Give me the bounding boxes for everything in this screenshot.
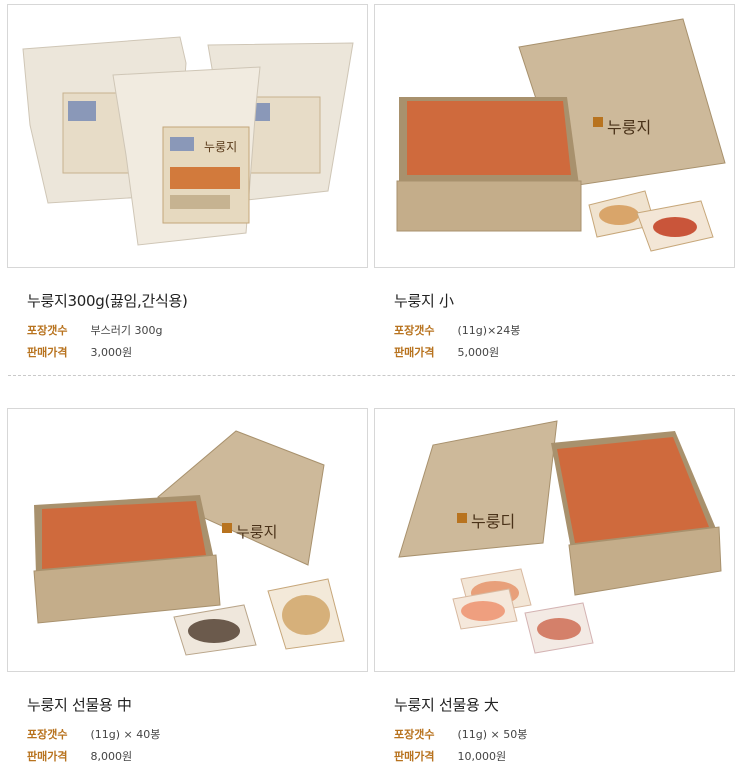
product-image-1[interactable]: 누룽지 bbox=[7, 4, 368, 268]
price-value: 8,000원 bbox=[90, 750, 133, 763]
pouch-bags-illustration: 누룽지 bbox=[22, 36, 354, 246]
price-label: 판매가격 bbox=[394, 750, 435, 763]
product-image-2[interactable]: 누룽지 bbox=[374, 4, 735, 268]
pack-label: 포장갯수 bbox=[27, 324, 68, 337]
product-image-4[interactable]: 누룽디 bbox=[374, 408, 735, 672]
lid-logo-text: 누룽디 bbox=[471, 512, 515, 531]
product-title-2[interactable]: 누룽지 小 bbox=[394, 290, 735, 311]
pack-row-1: 포장갯수 부스러기 300g bbox=[27, 320, 368, 342]
gift-box-large-illustration: 누룽디 bbox=[398, 420, 722, 654]
price-row-3: 판매가격 8,000원 bbox=[27, 746, 368, 768]
gift-box-medium-illustration: 누룽지 bbox=[33, 430, 345, 656]
price-row-1: 판매가격 3,000원 bbox=[27, 342, 368, 364]
gift-box-small-illustration: 누룽지 bbox=[396, 18, 726, 252]
pack-label: 포장갯수 bbox=[27, 728, 68, 741]
lid-logo-text: 누룽지 bbox=[607, 118, 651, 137]
price-value: 5,000원 bbox=[457, 346, 500, 359]
product-card-3[interactable]: 누룽지 누룽지 선물용 中 포장갯수 (11g) × 40봉 판매가격 8,00… bbox=[7, 408, 368, 768]
price-row-4: 판매가격 10,000원 bbox=[394, 746, 735, 768]
product-title-1[interactable]: 누룽지300g(끓임,간식용) bbox=[27, 290, 368, 311]
pack-row-4: 포장갯수 (11g) × 50봉 bbox=[394, 724, 735, 746]
product-title-3[interactable]: 누룽지 선물용 中 bbox=[27, 694, 368, 715]
pack-label: 포장갯수 bbox=[394, 728, 435, 741]
pack-row-2: 포장갯수 (11g)×24봉 bbox=[394, 320, 735, 342]
price-label: 판매가격 bbox=[27, 750, 68, 763]
price-value: 10,000원 bbox=[457, 750, 507, 763]
price-row-2: 판매가격 5,000원 bbox=[394, 342, 735, 364]
price-value: 3,000원 bbox=[90, 346, 133, 359]
lid-logo-text: 누룽지 bbox=[236, 523, 277, 541]
product-image-3[interactable]: 누룽지 bbox=[7, 408, 368, 672]
price-label: 판매가격 bbox=[394, 346, 435, 359]
product-card-2[interactable]: 누룽지 누룽지 小 포장갯수 (11g)×24봉 판매가격 5,000원 bbox=[374, 4, 735, 364]
pack-value: 부스러기 300g bbox=[90, 324, 163, 337]
pack-label: 포장갯수 bbox=[394, 324, 435, 337]
product-card-4[interactable]: 누룽디 누룽지 선물용 大 포장갯수 (11g) × 50봉 판매가격 10,0… bbox=[374, 408, 735, 768]
pack-row-3: 포장갯수 (11g) × 40봉 bbox=[27, 724, 368, 746]
row-divider bbox=[8, 375, 735, 376]
pouch-logo-text: 누룽지 bbox=[204, 140, 237, 154]
price-label: 판매가격 bbox=[27, 346, 68, 359]
pack-value: (11g) × 40봉 bbox=[90, 728, 161, 741]
product-title-4[interactable]: 누룽지 선물용 大 bbox=[394, 694, 735, 715]
pack-value: (11g) × 50봉 bbox=[457, 728, 528, 741]
pack-value: (11g)×24봉 bbox=[457, 324, 521, 337]
product-card-1[interactable]: 누룽지 누룽지300g(끓임,간식용) 포장갯수 부스러기 300g 판매가격 … bbox=[7, 4, 368, 364]
